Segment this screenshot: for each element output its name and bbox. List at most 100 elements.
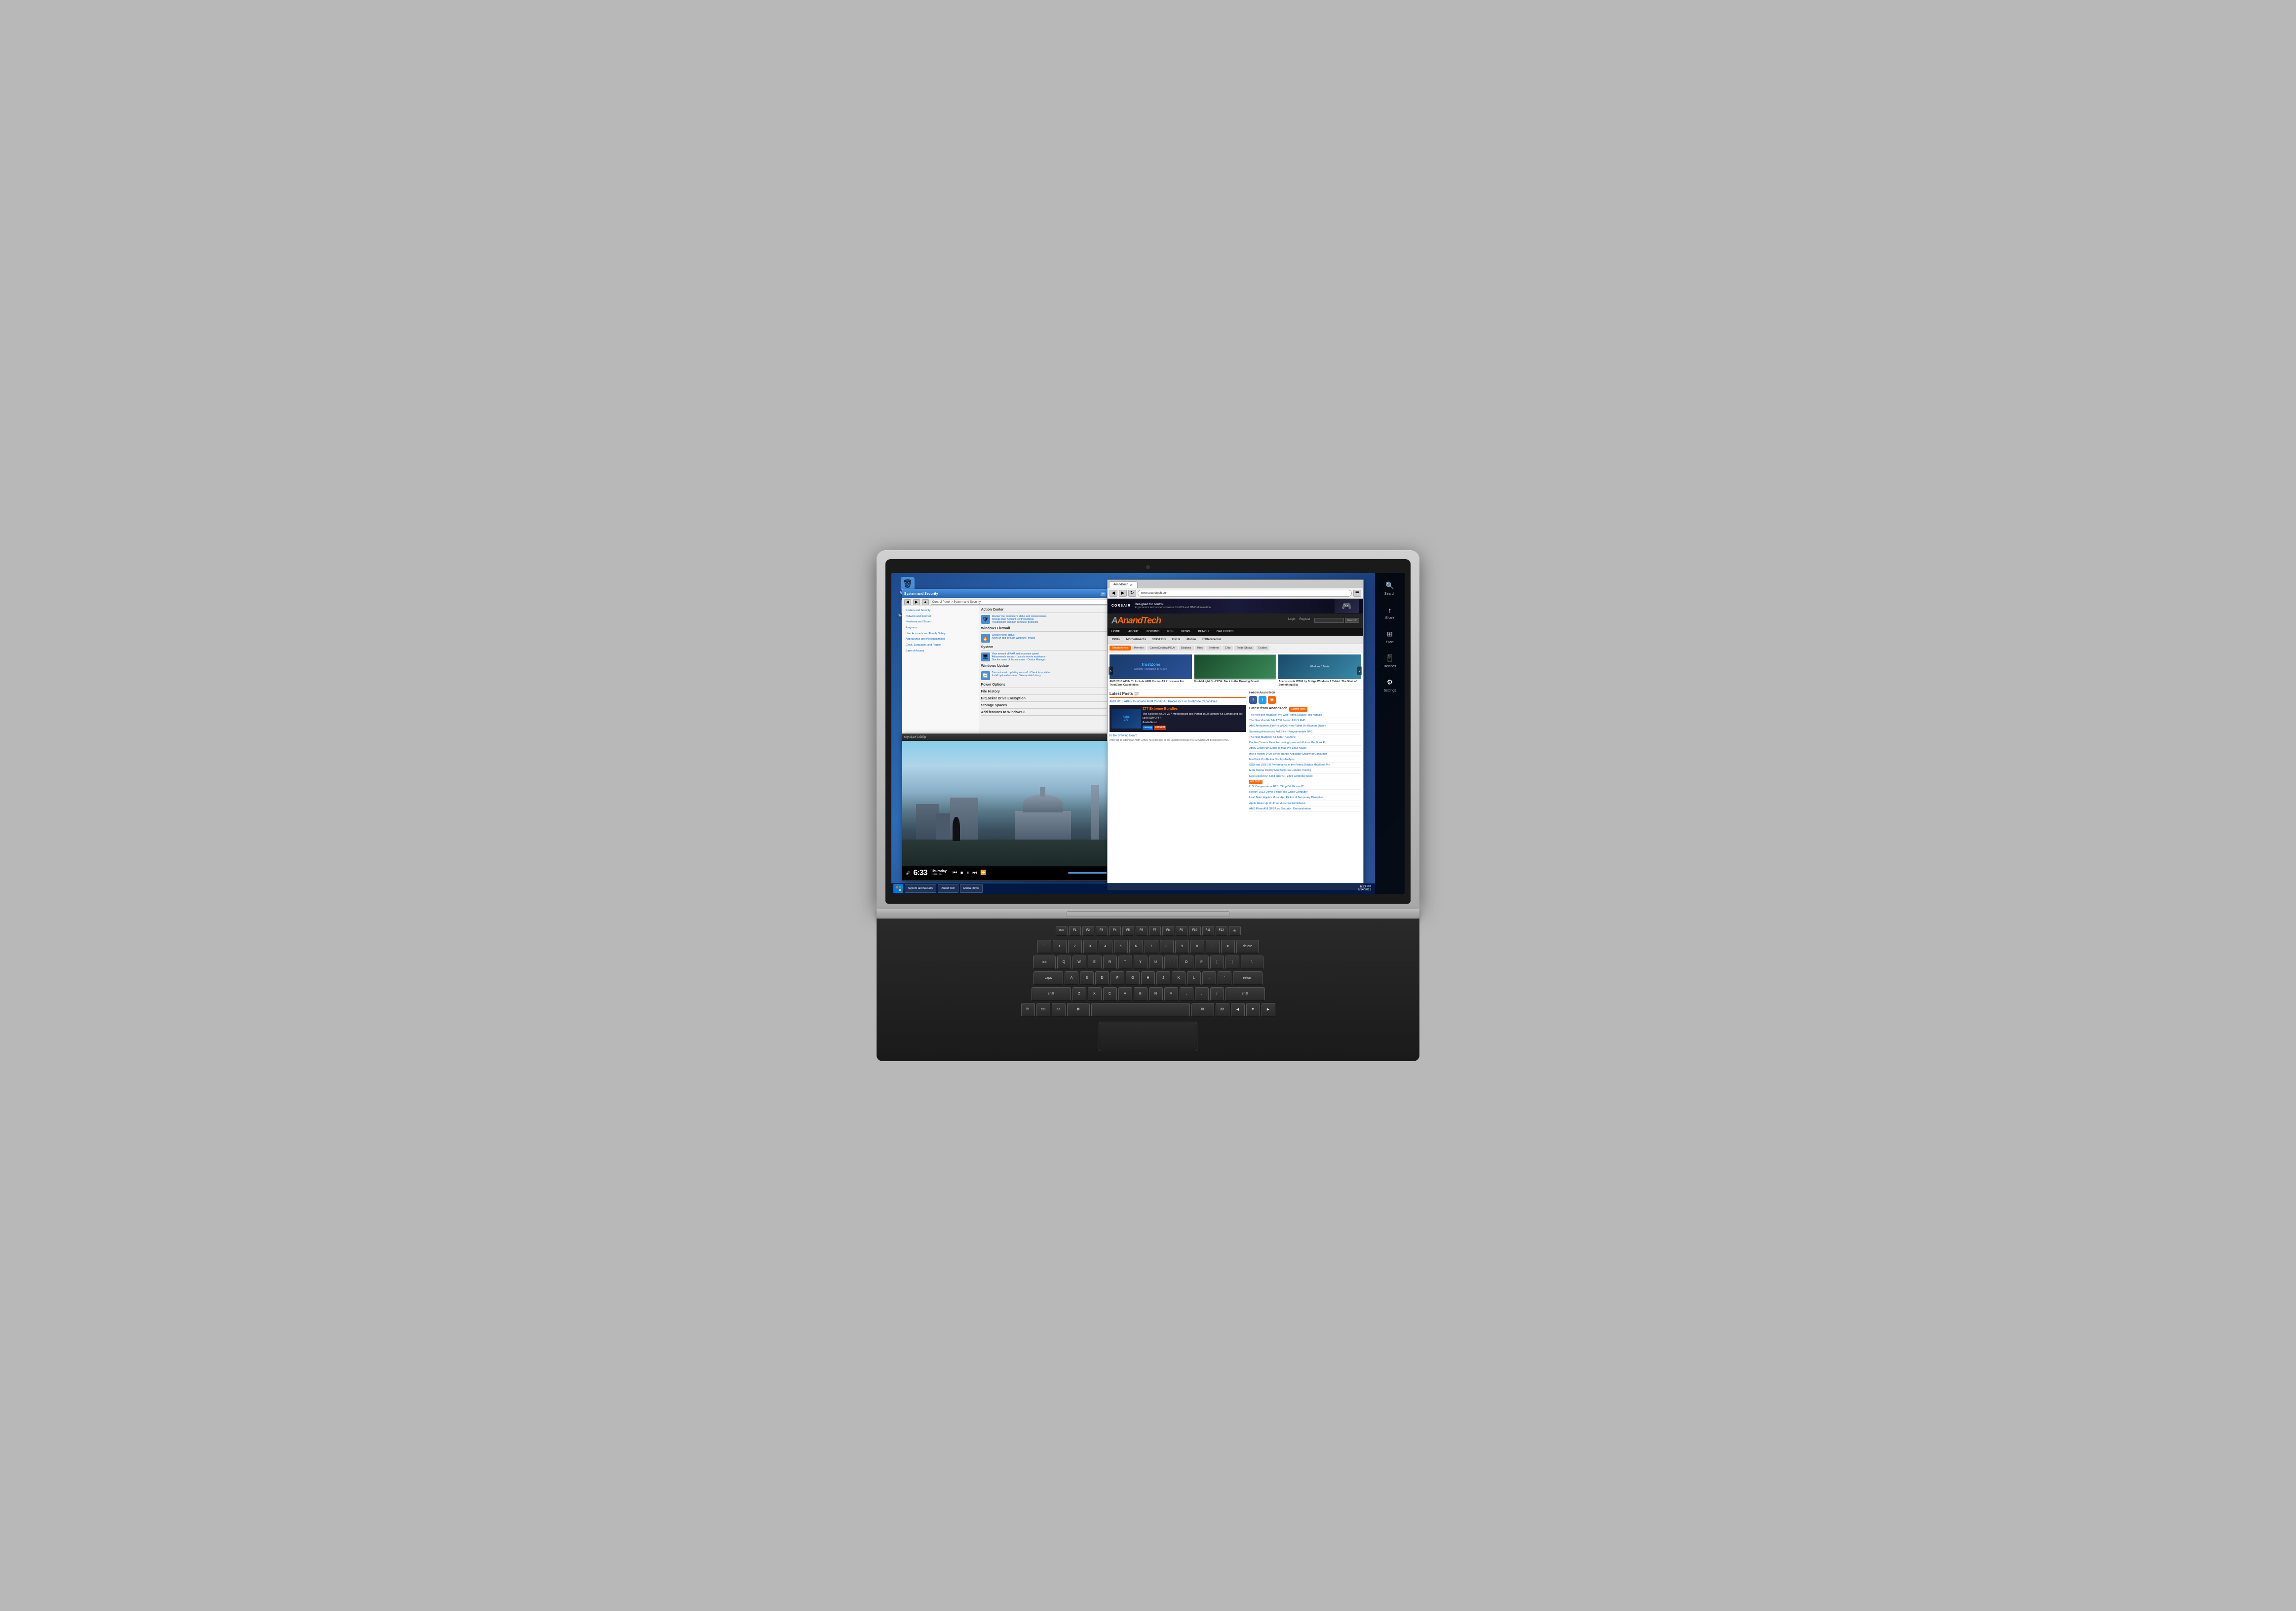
key-k[interactable]: K — [1172, 971, 1186, 985]
key-t[interactable]: T — [1118, 956, 1132, 969]
browser-forward-button[interactable]: ▶ — [1119, 590, 1127, 597]
key-arrow-down[interactable]: ▼ — [1246, 1003, 1260, 1017]
key-4[interactable]: 4 — [1099, 940, 1112, 954]
sidebar-item-appearance[interactable]: Appearance and Personalization — [904, 637, 977, 643]
control-panel-titlebar[interactable]: System and Security ─ □ ✕ — [902, 589, 1122, 598]
key-2[interactable]: 2 — [1068, 940, 1082, 954]
key-0[interactable]: 0 — [1190, 940, 1204, 954]
key-9[interactable]: 9 — [1175, 940, 1189, 954]
at-sub-displays[interactable]: Displays — [1179, 646, 1194, 651]
at-sub-systems[interactable]: Systems — [1206, 646, 1222, 651]
charm-devices[interactable]: 📱 Devices — [1378, 653, 1402, 668]
at-cat-ssd[interactable]: SSD/HDD — [1150, 637, 1168, 642]
key-h[interactable]: H — [1141, 971, 1155, 985]
at-latest-5[interactable]: The Next MacBook Air Beta TrustZone — [1249, 735, 1361, 740]
key-bracket-open[interactable]: [ — [1210, 956, 1224, 969]
key-q[interactable]: Q — [1057, 956, 1071, 969]
key-shift-right[interactable]: shift — [1225, 987, 1265, 1001]
start-button[interactable] — [893, 884, 903, 893]
key-m[interactable]: M — [1164, 987, 1178, 1001]
at-latest-2[interactable]: The New Vivotab Tab A700 Series: ASUS FH… — [1249, 719, 1361, 724]
key-w[interactable]: W — [1072, 956, 1086, 969]
at-sub-chip[interactable]: Chip — [1223, 646, 1233, 651]
browser-tab-anandtech[interactable]: AnandTech ✕ — [1109, 581, 1138, 588]
at-featured-3[interactable]: Windows 8 Tablet Acer's Iconia W700 by B… — [1278, 654, 1361, 687]
sidebar-item-programs[interactable]: Programs — [904, 625, 977, 631]
key-space[interactable] — [1091, 1003, 1190, 1017]
at-cat-gpus[interactable]: GPUs — [1170, 637, 1183, 642]
key-5[interactable]: 5 — [1114, 940, 1128, 954]
key-comma[interactable]: , — [1180, 987, 1193, 1001]
at-facebook-icon[interactable]: f — [1249, 696, 1257, 704]
key-z[interactable]: Z — [1072, 987, 1086, 1001]
at-nav-about[interactable]: ABOUT — [1124, 628, 1143, 636]
at-latest-10[interactable]: SSD and USB 3.0 Performance of the Retin… — [1249, 763, 1361, 768]
at-sub-cases[interactable]: Cases/Cooling/PSUs — [1147, 646, 1177, 651]
sidebar-item-system-security[interactable]: System and Security — [904, 608, 977, 614]
key-l[interactable]: L — [1187, 971, 1201, 985]
key-n[interactable]: N — [1149, 987, 1163, 1001]
key-a[interactable]: A — [1065, 971, 1078, 985]
key-delete[interactable]: delete — [1236, 940, 1259, 954]
key-u[interactable]: U — [1149, 956, 1163, 969]
at-post-1[interactable]: AMD 2013 APUs To Include ARM Cortex-A5 P… — [1110, 700, 1246, 704]
at-featured-1[interactable]: TrustZone Security Foundation by ARM® AM… — [1110, 654, 1192, 687]
at-nav-rss[interactable]: RSS — [1163, 628, 1177, 636]
key-ctrl[interactable]: ctrl — [1036, 1003, 1050, 1017]
charm-search[interactable]: 🔍 Search — [1378, 580, 1402, 596]
key-cmd-left[interactable]: ⌘ — [1067, 1003, 1090, 1017]
charm-start[interactable]: ⊞ Start — [1378, 629, 1402, 644]
at-sub-smartphones[interactable]: Smartphones — [1110, 646, 1131, 651]
player-play-pause-button[interactable]: ⏸ — [965, 870, 970, 876]
at-nav-galleries[interactable]: GALLERIES — [1213, 628, 1237, 636]
at-latest-9[interactable]: MacBook Pro Retina Display Analysis — [1249, 758, 1361, 763]
at-nav-login[interactable]: Login — [1288, 618, 1296, 623]
key-equals[interactable]: = — [1221, 940, 1235, 954]
at-latest-3[interactable]: AMD Announces FirePro W600: Next-Tablet … — [1249, 724, 1361, 729]
at-search-input[interactable] — [1314, 618, 1344, 623]
sidebar-item-hardware[interactable]: Hardware and Sound — [904, 619, 977, 625]
key-v[interactable]: V — [1118, 987, 1132, 1001]
system-name-link[interactable]: See the name of this computer · Device M… — [992, 658, 1046, 661]
at-cat-cpus[interactable]: CPUs — [1110, 637, 1122, 642]
key-e[interactable]: E — [1088, 956, 1102, 969]
at-featured-2[interactable]: DoubleLight DL-277W: Back to the Drawing… — [1194, 654, 1276, 687]
at-search-button[interactable]: SEARCH — [1345, 618, 1359, 623]
browser-back-button[interactable]: ◀ — [1110, 590, 1117, 597]
sidebar-item-users[interactable]: User Accounts and Family Safety — [904, 631, 977, 637]
key-f6[interactable]: F6 — [1136, 926, 1148, 936]
key-return[interactable]: return — [1233, 971, 1263, 985]
key-caps[interactable]: caps — [1033, 971, 1063, 985]
charm-settings[interactable]: ⚙ Settings — [1378, 677, 1402, 692]
minimize-button[interactable]: ─ — [1100, 591, 1106, 596]
key-b[interactable]: B — [1134, 987, 1148, 1001]
key-f3[interactable]: F3 — [1096, 926, 1108, 936]
at-nav-bench[interactable]: BENCH — [1194, 628, 1213, 636]
key-f11[interactable]: F11 — [1202, 926, 1214, 936]
at-cat-motherboards[interactable]: Motherboards — [1124, 637, 1148, 642]
at-latest-16[interactable]: Apple Gives Up On Free Music Social Netw… — [1249, 802, 1361, 806]
key-x[interactable]: X — [1088, 987, 1102, 1001]
key-r[interactable]: R — [1103, 956, 1117, 969]
key-i[interactable]: I — [1164, 956, 1178, 969]
at-latest-4[interactable]: Samsung Announces Full Slim - Programmab… — [1249, 730, 1361, 735]
at-latest-13[interactable]: U.S. Congressional FTC: "Stop Off Micros… — [1249, 785, 1361, 790]
key-slash[interactable]: / — [1210, 987, 1224, 1001]
taskbar-item-control-panel[interactable]: System and Security — [905, 884, 936, 893]
key-o[interactable]: O — [1180, 956, 1193, 969]
at-carousel-prev[interactable]: ‹ — [1109, 667, 1113, 675]
at-latest-17[interactable]: AMD Plans A98 GPBA up Security - Demonst… — [1249, 807, 1361, 812]
sidebar-item-clock[interactable]: Clock, Language, and Region — [904, 643, 977, 649]
at-latest-14[interactable]: Report: 2013 Demo: Police Into Cable Com… — [1249, 790, 1361, 795]
at-promo-box[interactable]: ASUSZ77 Z77 Extreme Bundles The Selected… — [1110, 705, 1246, 732]
key-g[interactable]: G — [1126, 971, 1140, 985]
key-alt-right[interactable]: alt — [1216, 1003, 1229, 1017]
key-arrow-left[interactable]: ◀ — [1231, 1003, 1245, 1017]
key-tab[interactable]: tab — [1033, 956, 1056, 969]
key-y[interactable]: Y — [1134, 956, 1148, 969]
at-sub-memory[interactable]: Memory — [1132, 646, 1147, 651]
taskbar-item-browser[interactable]: AnandTech — [938, 884, 958, 893]
at-submit-button[interactable]: Submit Now! — [1289, 707, 1307, 712]
at-sub-misc[interactable]: Misc — [1195, 646, 1205, 651]
key-7[interactable]: 7 — [1145, 940, 1158, 954]
